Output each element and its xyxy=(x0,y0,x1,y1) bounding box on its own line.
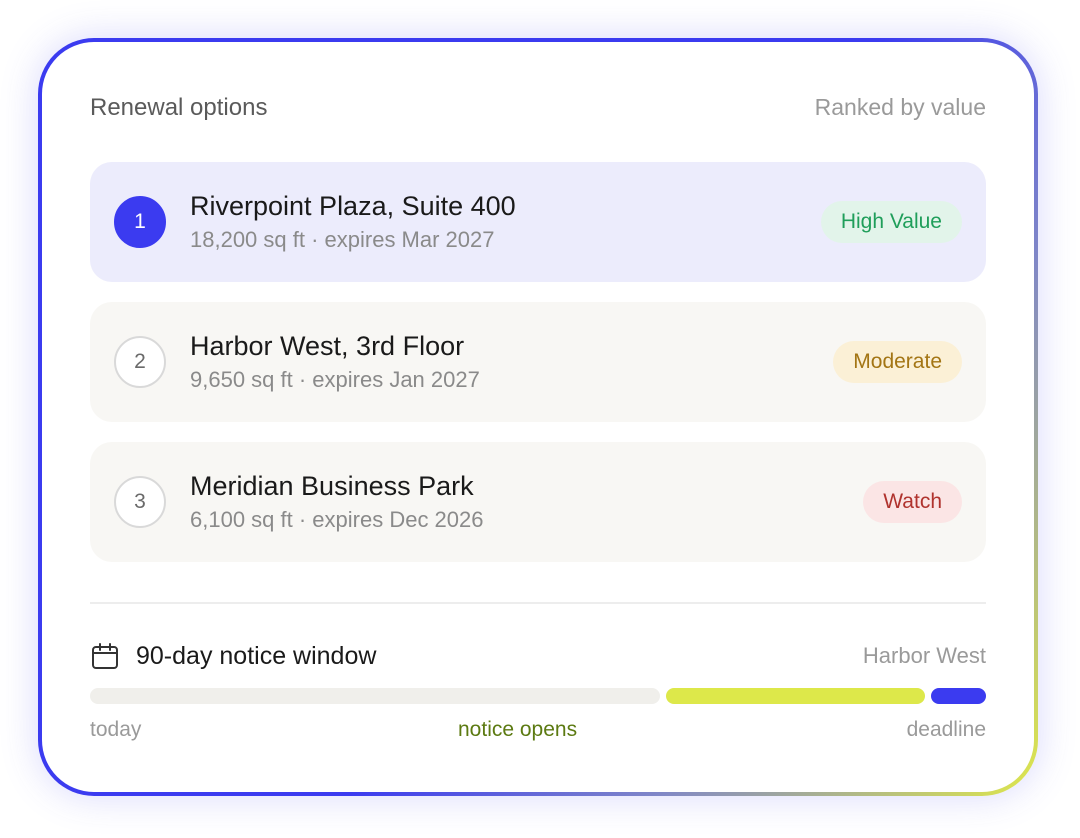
timeline-deadline-marker xyxy=(931,688,986,704)
option-row-riverpoint[interactable]: 1 Riverpoint Plaza, Suite 400 18,200 sq … xyxy=(90,162,986,282)
calendar-icon xyxy=(92,643,118,669)
notice-timeline xyxy=(90,688,986,704)
option-name: Harbor West, 3rd Floor xyxy=(190,331,465,361)
rank-badge: 2 xyxy=(114,336,166,388)
notice-header: 90-day notice window Harbor West xyxy=(90,636,986,676)
renewal-card-frame: Renewal options Ranked by value 1 Riverp… xyxy=(38,38,1038,796)
timeline-before-notice xyxy=(90,688,660,704)
sort-label: Ranked by value xyxy=(814,94,986,120)
option-name: Riverpoint Plaza, Suite 400 xyxy=(190,191,516,221)
option-name: Meridian Business Park xyxy=(190,471,474,501)
label-deadline: deadline xyxy=(906,718,986,741)
card-title: Renewal options xyxy=(90,94,268,121)
label-notice-opens: notice opens xyxy=(458,718,578,741)
status-badge-watch: Watch xyxy=(863,481,962,523)
label-today: today xyxy=(90,718,142,741)
timeline-notice-window xyxy=(666,688,925,704)
option-text: Riverpoint Plaza, Suite 400 18,200 sq ft… xyxy=(190,189,821,255)
rank-badge: 3 xyxy=(114,476,166,528)
status-badge-high-value: High Value xyxy=(820,201,962,243)
notice-title: 90-day notice window xyxy=(136,641,377,670)
rank-badge: 1 xyxy=(114,196,166,248)
notice-title-group: 90-day notice window xyxy=(90,641,376,671)
divider xyxy=(90,602,986,604)
option-row-meridian[interactable]: 3 Meridian Business Park 6,100 sq ft · e… xyxy=(90,442,986,562)
renewal-card: Renewal options Ranked by value 1 Riverp… xyxy=(42,42,1034,792)
status-badge-moderate: Moderate xyxy=(833,341,962,383)
option-row-harbor-west[interactable]: 2 Harbor West, 3rd Floor 9,650 sq ft · e… xyxy=(90,302,986,422)
timeline-labels: today notice opens deadline xyxy=(90,718,986,748)
option-meta: 9,650 sq ft · expires Jan 2027 xyxy=(190,367,480,392)
option-text: Harbor West, 3rd Floor 9,650 sq ft · exp… xyxy=(190,329,833,395)
stage: Renewal options Ranked by value 1 Riverp… xyxy=(0,0,1080,838)
card-header: Renewal options Ranked by value xyxy=(90,94,986,122)
notice-property: Harbor West xyxy=(862,643,986,668)
option-meta: 18,200 sq ft · expires Mar 2027 xyxy=(190,227,495,252)
option-text: Meridian Business Park 6,100 sq ft · exp… xyxy=(190,469,863,535)
option-meta: 6,100 sq ft · expires Dec 2026 xyxy=(190,507,484,532)
